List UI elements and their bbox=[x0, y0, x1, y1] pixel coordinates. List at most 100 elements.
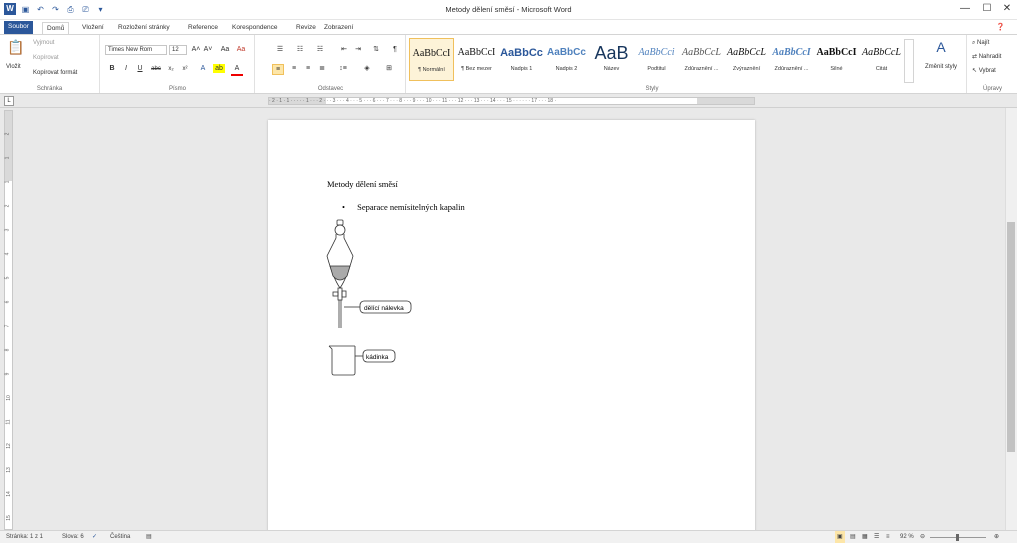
style-item[interactable]: AaBbCcI Zdůraznění ... bbox=[769, 38, 814, 81]
decrease-indent-icon[interactable]: ⇤ bbox=[338, 45, 350, 55]
font-group: Times New Rom 12 A˄ A˅ Aa Aa B I U abc x… bbox=[101, 35, 255, 93]
style-sample: AaBbCcL bbox=[682, 47, 721, 58]
highlight-icon[interactable]: ab bbox=[213, 64, 225, 73]
zoom-slider-thumb[interactable] bbox=[956, 534, 959, 541]
draft-icon[interactable]: ≡ bbox=[886, 531, 890, 543]
close-button[interactable]: ✕ bbox=[997, 2, 1017, 16]
bullet-item[interactable]: • Separace nemísitelných kapalin bbox=[342, 202, 465, 212]
minimize-button[interactable]: — bbox=[955, 2, 975, 16]
show-marks-button[interactable]: ¶ bbox=[390, 45, 400, 55]
style-item[interactable]: AaB Název bbox=[589, 38, 634, 81]
print-layout-icon[interactable]: ▣ bbox=[835, 531, 845, 543]
underline-button[interactable]: U bbox=[135, 64, 145, 74]
copy-button[interactable]: Kopírovat bbox=[33, 55, 59, 61]
select-button[interactable]: ↖ Vybrat bbox=[972, 67, 996, 74]
tab-selector[interactable]: L bbox=[4, 96, 14, 106]
tab-home[interactable]: Domů bbox=[42, 22, 70, 34]
cut-button[interactable]: Vyjmout bbox=[33, 40, 54, 46]
style-item[interactable]: AaBbCcI ¶ Bez mezer bbox=[454, 38, 499, 81]
zoom-out-icon[interactable]: ⊖ bbox=[920, 531, 925, 543]
bullet-text: Separace nemísitelných kapalin bbox=[357, 202, 465, 212]
shading-icon[interactable]: ◈ bbox=[360, 64, 374, 74]
font-size-box[interactable]: 12 bbox=[169, 45, 187, 55]
style-item[interactable]: AaBbCcL Zdůraznění ... bbox=[679, 38, 724, 81]
increase-indent-icon[interactable]: ⇥ bbox=[352, 45, 364, 55]
paste-icon[interactable]: 📋 bbox=[4, 39, 28, 55]
italic-button[interactable]: I bbox=[121, 64, 131, 74]
change-case-button[interactable]: Aa bbox=[219, 45, 231, 55]
zoom-level[interactable]: 92 % bbox=[900, 531, 914, 543]
superscript-button[interactable]: x² bbox=[179, 64, 191, 74]
macro-icon[interactable]: ▤ bbox=[146, 531, 152, 543]
tab-mailings[interactable]: Korespondence bbox=[228, 22, 282, 34]
save-icon[interactable]: ▣ bbox=[20, 4, 31, 15]
borders-icon[interactable]: ⊞ bbox=[382, 64, 396, 74]
outline-icon[interactable]: ☰ bbox=[874, 531, 879, 543]
language-indicator[interactable]: Čeština bbox=[110, 531, 130, 543]
separation-drawing[interactable]: dělící nálevka kádinka bbox=[323, 218, 463, 378]
text-effects-icon[interactable]: A bbox=[197, 64, 209, 74]
word-count[interactable]: Slova: 6 bbox=[62, 531, 84, 543]
style-item[interactable]: AaBbCcI Silné bbox=[814, 38, 859, 81]
style-name: Zdůraznění ... bbox=[684, 66, 719, 72]
vertical-scrollbar[interactable] bbox=[1005, 108, 1017, 530]
document-page[interactable]: Metody dělení směsí • Separace nemísitel… bbox=[268, 120, 755, 530]
document-heading[interactable]: Metody dělení směsí bbox=[327, 179, 398, 189]
tab-insert[interactable]: Vložení bbox=[78, 22, 108, 34]
styles-scroll[interactable] bbox=[904, 39, 914, 83]
sort-icon[interactable]: ⇅ bbox=[370, 45, 382, 55]
scroll-thumb[interactable] bbox=[1007, 222, 1015, 452]
full-screen-icon[interactable]: ▤ bbox=[850, 531, 856, 543]
undo-icon[interactable]: ↶ bbox=[35, 4, 46, 15]
justify-icon[interactable]: ≣ bbox=[316, 64, 328, 74]
align-right-icon[interactable]: ≡ bbox=[302, 64, 314, 74]
align-left-icon[interactable]: ≡ bbox=[272, 64, 284, 75]
style-item[interactable]: AaBbCcL Zvýraznění bbox=[724, 38, 769, 81]
style-item[interactable]: AaBbCc Nadpis 2 bbox=[544, 38, 589, 81]
tab-review[interactable]: Revize bbox=[292, 22, 320, 34]
print-icon[interactable]: ⎚ bbox=[80, 4, 91, 15]
vertical-ruler[interactable]: 2 1 1 2 3 4 5 6 7 8 9 10 11 12 13 14 15 bbox=[4, 110, 13, 530]
style-item[interactable]: AaBbCcI ¶ Normální bbox=[409, 38, 454, 81]
word-app-icon[interactable]: W bbox=[4, 3, 16, 15]
tab-file[interactable]: Soubor bbox=[4, 21, 33, 34]
shrink-font-button[interactable]: A˅ bbox=[203, 45, 213, 55]
numbering-icon[interactable]: ☷ bbox=[294, 45, 306, 55]
clipboard-group: 📋 Vložit Vyjmout Kopírovat Kopírovat for… bbox=[0, 35, 100, 93]
replace-button[interactable]: ⇄ Nahradit bbox=[972, 53, 1001, 60]
print-preview-icon[interactable]: ⎙ bbox=[65, 4, 76, 15]
tab-view[interactable]: Zobrazení bbox=[320, 22, 357, 34]
bullets-icon[interactable]: ☰ bbox=[274, 45, 286, 55]
format-painter-button[interactable]: Kopírovat formát bbox=[33, 70, 77, 76]
font-name-box[interactable]: Times New Rom bbox=[105, 45, 167, 55]
maximize-button[interactable]: ☐ bbox=[977, 2, 997, 16]
tab-references[interactable]: Reference bbox=[184, 22, 222, 34]
tab-page-layout[interactable]: Rozložení stránky bbox=[114, 22, 174, 34]
web-layout-icon[interactable]: ▦ bbox=[862, 531, 868, 543]
help-icon[interactable]: ❓ bbox=[996, 23, 1005, 31]
proofing-icon[interactable]: ✓ bbox=[92, 531, 97, 543]
subscript-button[interactable]: x₂ bbox=[165, 64, 177, 74]
paste-button[interactable]: Vložit bbox=[6, 64, 21, 70]
customize-qat-icon[interactable]: ▾ bbox=[95, 4, 106, 15]
clear-format-button[interactable]: Aa bbox=[235, 45, 247, 55]
horizontal-ruler[interactable]: · 2 · 1 · 1 · · · · · 1 · · · 2 · · · 3 … bbox=[268, 97, 755, 105]
style-item[interactable]: AaBbCc Nadpis 1 bbox=[499, 38, 544, 81]
style-name: Zvýraznění bbox=[732, 66, 761, 72]
font-color-icon[interactable]: A bbox=[231, 64, 243, 76]
zoom-in-icon[interactable]: ⊕ bbox=[994, 531, 999, 543]
callout-funnel: dělící nálevka bbox=[344, 300, 412, 314]
page-count[interactable]: Stránka: 1 z 1 bbox=[6, 531, 43, 543]
find-button[interactable]: ⌕ Najít bbox=[972, 40, 989, 47]
strikethrough-button[interactable]: abc bbox=[149, 64, 163, 74]
change-styles-button[interactable]: Změnit styly bbox=[924, 63, 958, 71]
align-center-icon[interactable]: ≡ bbox=[288, 64, 300, 74]
style-item[interactable]: AaBbCci Podtitul bbox=[634, 38, 679, 81]
line-spacing-icon[interactable]: ↕≡ bbox=[336, 64, 350, 74]
multilevel-list-icon[interactable]: ☵ bbox=[314, 45, 326, 55]
redo-icon[interactable]: ↷ bbox=[50, 4, 61, 15]
bold-button[interactable]: B bbox=[107, 64, 117, 74]
change-styles-icon[interactable]: A bbox=[927, 38, 955, 56]
style-item[interactable]: AaBbCcL Citát bbox=[859, 38, 904, 81]
grow-font-button[interactable]: A˄ bbox=[191, 45, 201, 55]
